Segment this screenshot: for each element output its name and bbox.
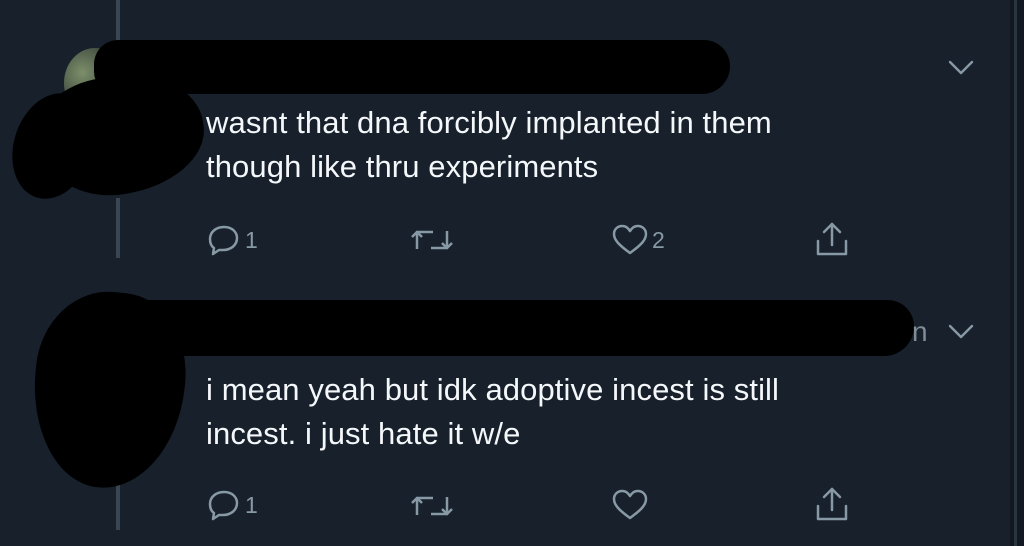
tweet-text-line: though like thru experiments [206, 149, 599, 184]
reply-button[interactable]: 1 [208, 488, 258, 522]
share-icon [816, 222, 848, 256]
retweet-icon [411, 230, 453, 250]
share-button[interactable] [814, 486, 850, 522]
like-icon [612, 489, 648, 520]
tweet-text-line: wasnt that dna forcibly implanted in the… [206, 105, 772, 140]
tweet-text-line: i mean yeah but idk adoptive incest is s… [206, 372, 780, 407]
reply-button[interactable]: 1 [208, 223, 258, 257]
handle-fragment: n [912, 316, 928, 347]
tweet-text: wasnt that dna forcibly implanted in the… [206, 101, 772, 189]
like-count: 2 [652, 227, 665, 253]
retweet-button[interactable] [410, 226, 458, 254]
reply-count: 1 [245, 227, 258, 253]
tweet-text-line: incest. i just hate it w/e [206, 416, 521, 451]
like-button[interactable]: 2 [612, 224, 665, 256]
tweet-text: i mean yeah but idk adoptive incest is s… [206, 368, 779, 456]
redaction-name-bar [94, 40, 730, 94]
chevron-down-icon[interactable] [947, 322, 975, 340]
tweet-2[interactable]: n i mean yeah but idk adoptive incest is… [0, 270, 1024, 546]
share-button[interactable] [814, 221, 850, 257]
reply-count: 1 [245, 492, 258, 518]
share-icon [816, 487, 848, 521]
retweet-button[interactable] [410, 492, 458, 520]
redaction-name-bar [64, 300, 914, 356]
chevron-down-icon[interactable] [947, 58, 975, 76]
reply-icon [208, 490, 239, 521]
tweet-1[interactable]: wasnt that dna forcibly implanted in the… [0, 0, 1024, 270]
retweet-icon [411, 496, 453, 516]
reply-icon [208, 225, 239, 256]
like-icon [612, 224, 648, 255]
like-button[interactable] [612, 489, 652, 521]
